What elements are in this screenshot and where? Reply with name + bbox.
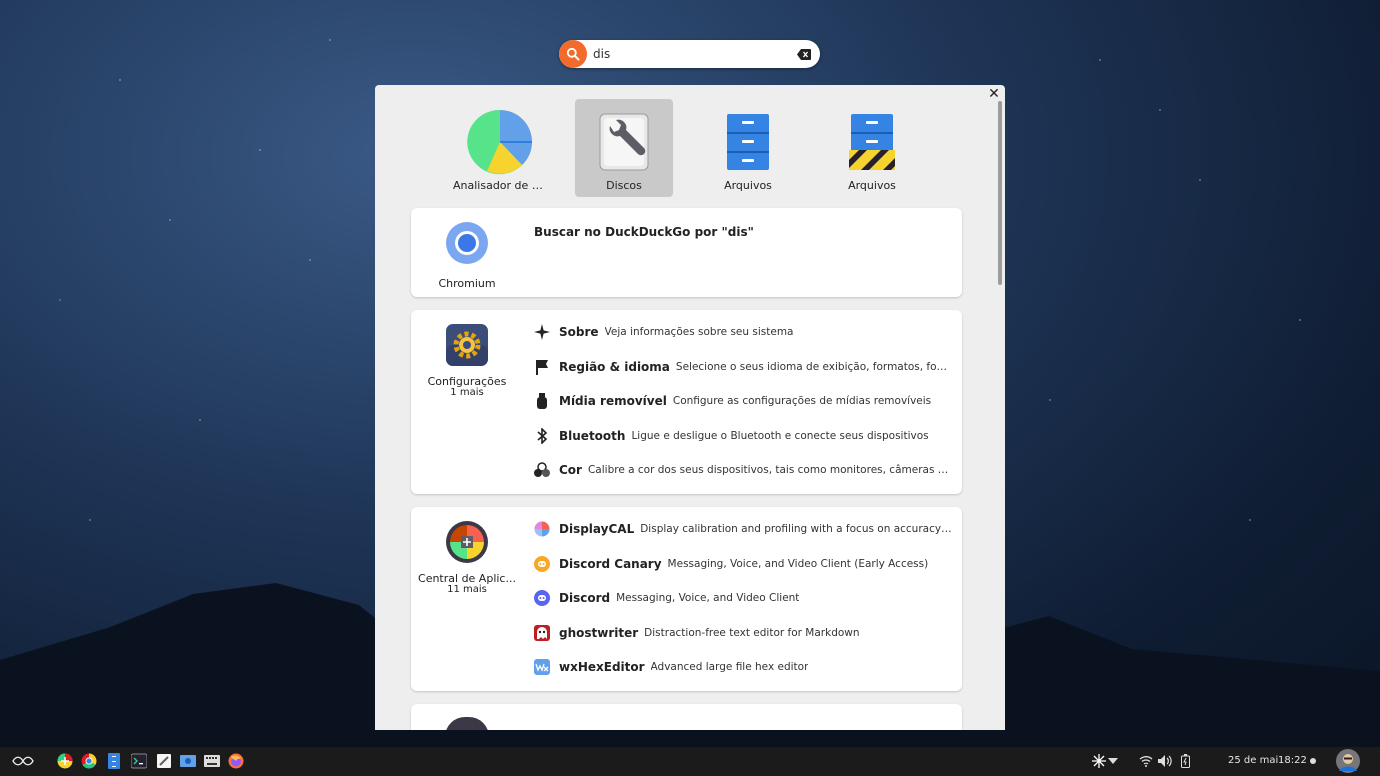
result-title: Sobre (559, 325, 599, 340)
displaycal-icon (533, 520, 551, 538)
ghostwriter-icon (533, 624, 551, 642)
next-result-card (411, 704, 962, 730)
result-title: Discord (559, 591, 611, 606)
result-row[interactable]: DisplayCAL Display calibration and profi… (533, 512, 953, 547)
result-title: ghostwriter (559, 625, 639, 640)
result-desc: Selecione o seus idioma de exibição, for… (675, 360, 953, 373)
chevron-down-icon[interactable] (1104, 752, 1122, 770)
flag-icon (533, 358, 551, 376)
disks-icon (590, 109, 658, 175)
result-row[interactable]: Discord Messaging, Voice, and Video Clie… (533, 581, 953, 616)
pie-chart-icon (466, 109, 534, 175)
app-label: Discos (606, 179, 642, 192)
keyboard-taskbar-icon[interactable] (203, 752, 221, 770)
search-results-panel: ✕ Analisador de us... Discos Arquivos Ar… (375, 85, 1005, 730)
result-row[interactable]: Discord Canary Messaging, Voice, and Vid… (533, 547, 953, 582)
app-label: Arquivos (724, 179, 772, 192)
screenshot-taskbar-icon[interactable] (179, 752, 197, 770)
software-center-card: Central de Aplic... 11 mais DisplayCAL D… (411, 507, 962, 691)
more-count: 11 mais (447, 584, 487, 595)
result-desc: Display calibration and profiling with a… (640, 523, 953, 536)
result-desc: Advanced large file hex editor (650, 661, 809, 674)
partial-app-icon (445, 717, 489, 730)
result-desc: Calibre a cor dos seus dispositivos, tai… (587, 464, 953, 477)
app-store-taskbar-icon[interactable] (56, 752, 74, 770)
result-row[interactable]: ghostwriter Distraction-free text editor… (533, 616, 953, 651)
search-icon[interactable] (559, 40, 587, 68)
avatar[interactable] (1336, 749, 1360, 773)
result-row[interactable]: Sobre Veja informações sobre seu sistema (533, 315, 953, 350)
clear-search-icon[interactable] (794, 44, 814, 64)
result-row[interactable]: Região & idioma Selecione o seus idioma … (533, 350, 953, 385)
result-row[interactable]: wxHexEditor Advanced large file hex edit… (533, 650, 953, 685)
star-icon (533, 323, 551, 341)
wxhexeditor-icon (533, 658, 551, 676)
time-label[interactable]: 18:22 (1278, 755, 1307, 766)
app-files[interactable]: Arquivos (699, 99, 797, 197)
result-title: Mídia removível (559, 394, 667, 409)
app-label: Arquivos (848, 179, 896, 192)
battery-icon[interactable] (1176, 752, 1194, 770)
notification-dot-icon[interactable] (1308, 752, 1318, 770)
files-taskbar-icon[interactable] (105, 752, 123, 770)
settings-card: Configurações 1 mais Sobre Veja informaç… (411, 310, 962, 494)
result-title: Bluetooth (559, 428, 626, 443)
result-title: wxHexEditor (559, 660, 645, 675)
file-cabinet-icon (714, 109, 782, 175)
app-disks[interactable]: Discos (575, 99, 673, 197)
result-title: Cor (559, 463, 582, 478)
web-search-text: Buscar no DuckDuckGo por "dis" (534, 225, 754, 239)
more-count: 1 mais (450, 387, 484, 398)
chrome-taskbar-icon[interactable] (80, 752, 98, 770)
web-search-card[interactable]: Chromium Buscar no DuckDuckGo por "dis" (411, 208, 962, 297)
result-desc: Messaging, Voice, and Video Client (616, 592, 800, 605)
result-desc: Configure as configurações de mídias rem… (672, 395, 932, 408)
result-title: Região & idioma (559, 359, 670, 374)
menu-logo-icon[interactable] (12, 752, 34, 770)
top-apps-row: Analisador de us... Discos Arquivos Arqu… (451, 99, 921, 197)
close-icon[interactable]: ✕ (987, 87, 1001, 101)
settings-gear-icon[interactable] (445, 323, 489, 367)
result-desc: Ligue e desligue o Bluetooth e conecte s… (631, 429, 929, 442)
text-editor-taskbar-icon[interactable] (155, 752, 173, 770)
terminal-taskbar-icon[interactable] (130, 752, 148, 770)
result-row[interactable]: Bluetooth Ligue e desligue o Bluetooth e… (533, 419, 953, 454)
result-desc: Distraction-free text editor for Markdow… (644, 626, 860, 639)
search-bar (559, 40, 820, 68)
color-icon (533, 461, 551, 479)
result-desc: Veja informações sobre seu sistema (604, 326, 794, 339)
result-row[interactable]: Cor Calibre a cor dos seus dispositivos,… (533, 453, 953, 488)
software-center-icon[interactable] (445, 520, 489, 564)
result-title: DisplayCAL (559, 522, 635, 537)
file-cabinet-admin-icon (838, 109, 906, 175)
scrollbar[interactable] (998, 101, 1002, 285)
wifi-icon[interactable] (1137, 752, 1155, 770)
date-label[interactable]: 25 de mai (1228, 755, 1278, 766)
volume-icon[interactable] (1156, 752, 1174, 770)
chromium-icon (445, 221, 489, 265)
bluetooth-icon (533, 427, 551, 445)
app-files-admin[interactable]: Arquivos (823, 99, 921, 197)
app-disk-usage-analyzer[interactable]: Analisador de us... (451, 99, 549, 197)
app-label: Analisador de us... (453, 179, 547, 192)
discord-icon (533, 589, 551, 607)
taskbar: 25 de mai 18:22 (0, 747, 1380, 776)
discord-canary-icon (533, 555, 551, 573)
app-name: Chromium (438, 277, 496, 290)
result-desc: Messaging, Voice, and Video Client (Earl… (667, 557, 929, 570)
usb-icon (533, 392, 551, 410)
result-row[interactable]: Mídia removível Configure as configuraçõ… (533, 384, 953, 419)
result-title: Discord Canary (559, 556, 662, 571)
firefox-taskbar-icon[interactable] (227, 752, 245, 770)
search-input[interactable] (593, 42, 794, 66)
